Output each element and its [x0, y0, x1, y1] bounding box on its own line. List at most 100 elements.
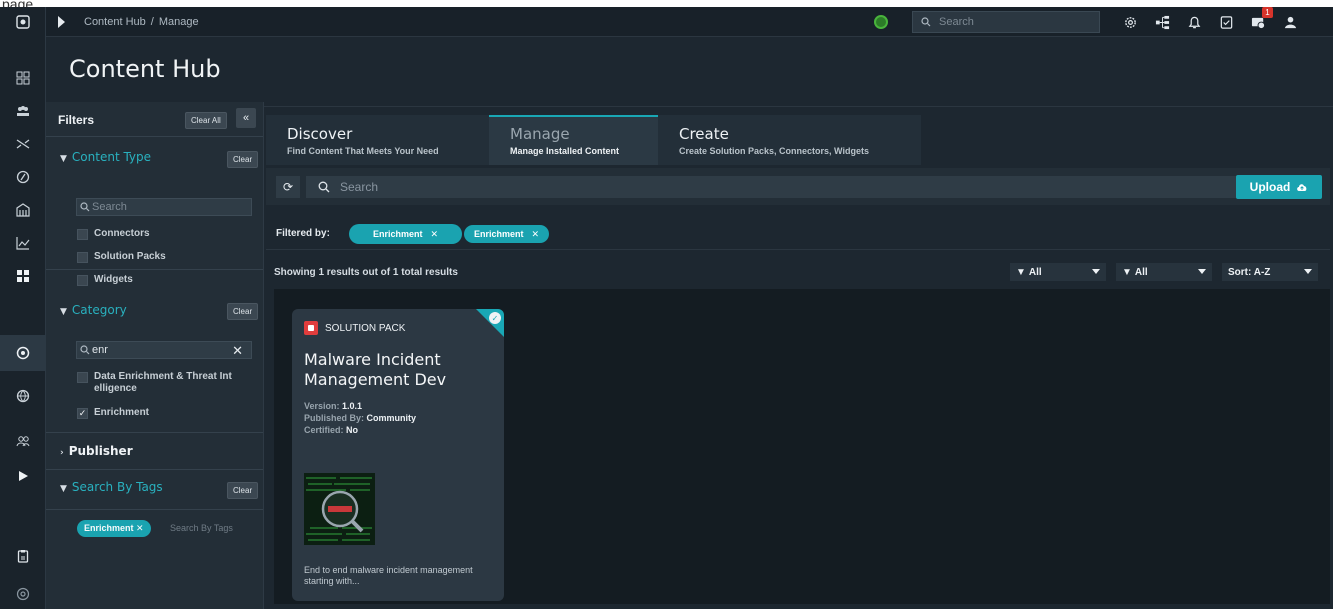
tab-discover[interactable]: Discover Find Content That Meets Your Ne…	[266, 115, 489, 165]
tab-subtitle: Create Solution Packs, Connectors, Widge…	[679, 146, 869, 156]
tag-chip[interactable]: Enrichment ✕	[77, 520, 151, 537]
shuffle-icon[interactable]	[0, 128, 46, 160]
solution-pack-icon	[304, 321, 318, 335]
breadcrumb: Content Hub / Manage	[84, 16, 199, 28]
content-search-input[interactable]	[340, 180, 1240, 194]
collapse-filters-button[interactable]: «	[236, 108, 256, 128]
tags-clear-button[interactable]: Clear	[227, 482, 259, 499]
close-icon[interactable]: ✕	[232, 343, 243, 359]
chevron-right-icon: ›	[60, 448, 64, 458]
checkbox-box[interactable]	[77, 275, 88, 286]
refresh-icon[interactable]: ⟳	[276, 176, 300, 198]
global-search[interactable]	[912, 11, 1100, 33]
filter-chip-label: Enrichment	[372, 229, 423, 239]
search-icon	[921, 17, 931, 27]
dropdown-value: All	[1028, 266, 1042, 278]
search-icon	[80, 345, 90, 355]
chart-icon[interactable]	[0, 227, 46, 259]
checkbox-box[interactable]	[77, 252, 88, 263]
content-card[interactable]: ✓ SOLUTION PACK Malware Incident Managem…	[292, 309, 504, 601]
task-icon[interactable]	[1218, 14, 1234, 30]
checkbox-solution-packs[interactable]: Solution Packs	[77, 251, 254, 263]
filter-chip[interactable]: Enrichment ✕	[349, 224, 462, 244]
people-icon[interactable]	[0, 425, 46, 457]
apps-icon[interactable]	[0, 260, 46, 292]
settings-icon[interactable]	[1122, 14, 1138, 30]
globe-icon[interactable]	[0, 380, 46, 412]
type-filter-dropdown[interactable]: ▼ All	[1010, 263, 1106, 281]
chevron-down-icon: ▼	[60, 484, 67, 494]
category-search-input[interactable]	[92, 344, 232, 356]
checkbox-data-enrichment[interactable]: Data Enrichment & Threat Int elligence	[77, 371, 254, 395]
play-icon[interactable]	[0, 460, 46, 492]
tags-toggle[interactable]: ▼ Search By Tags	[60, 480, 163, 494]
checkbox-enrichment[interactable]: ✓ Enrichment	[77, 407, 254, 419]
hierarchy-icon[interactable]	[1154, 14, 1170, 30]
filters-header: Filters Clear All «	[46, 102, 263, 137]
clear-all-button[interactable]: Clear All	[185, 112, 227, 129]
status-icon[interactable]	[874, 15, 888, 29]
global-search-input[interactable]	[939, 16, 1089, 28]
speed-icon[interactable]	[0, 161, 46, 193]
left-rail	[0, 7, 46, 609]
bell-icon[interactable]	[1186, 14, 1202, 30]
close-icon[interactable]: ✕	[532, 229, 540, 240]
tab-subtitle: Find Content That Meets Your Need	[287, 146, 439, 156]
results-row: Showing 1 results out of 1 total results…	[266, 255, 1330, 285]
dashboard-icon[interactable]	[0, 62, 46, 94]
close-icon[interactable]: ✕	[136, 523, 144, 533]
tab-subtitle: Manage Installed Content	[510, 146, 620, 156]
main-content: Discover Find Content That Meets Your Ne…	[266, 107, 1333, 609]
publisher-section: › Publisher	[46, 433, 263, 470]
tags-title: Search By Tags	[71, 480, 163, 494]
card-title[interactable]: Malware Incident Management Dev	[304, 350, 494, 390]
close-icon[interactable]: ✕	[430, 229, 438, 240]
content-type-clear-button[interactable]: Clear	[227, 151, 259, 168]
building-icon[interactable]	[0, 194, 46, 226]
notification-icon[interactable]: 1	[1250, 7, 1273, 30]
category-toggle[interactable]: ▼ Category	[60, 303, 127, 317]
category-title: Category	[71, 303, 127, 317]
card-type: SOLUTION PACK	[304, 321, 405, 335]
tab-bar: Discover Find Content That Meets Your Ne…	[266, 115, 921, 165]
upload-label: Upload	[1249, 180, 1291, 194]
category-clear-button[interactable]: Clear	[227, 303, 259, 320]
filter-chip[interactable]: Enrichment ✕	[464, 225, 550, 243]
at-icon[interactable]	[0, 578, 46, 609]
checkbox-connectors[interactable]: Connectors	[77, 228, 254, 240]
tags-input-row: Enrichment ✕ Search By Tags	[46, 510, 263, 550]
publisher-filter-dropdown[interactable]: ▼ All	[1116, 263, 1212, 281]
play-icon[interactable]	[58, 16, 65, 28]
chevron-down-icon: ▼	[60, 154, 67, 164]
filters-panel: Filters Clear All « ▼ Content Type Clear …	[46, 102, 264, 609]
checkbox-label: Enrichment	[94, 407, 150, 418]
content-hub-icon[interactable]	[0, 335, 46, 371]
tag-search-input[interactable]: Search By Tags	[170, 523, 233, 533]
content-type-toggle[interactable]: ▼ Content Type	[60, 150, 151, 164]
checkbox-widgets[interactable]: Widgets	[77, 274, 254, 286]
upload-button[interactable]: Upload	[1236, 175, 1322, 199]
clipboard-icon[interactable]	[0, 540, 46, 572]
checkbox-box[interactable]	[77, 229, 88, 240]
filters-title: Filters	[58, 113, 95, 127]
check-icon[interactable]: ✓	[77, 408, 88, 419]
checkbox-label: Data Enrichment & Threat Int elligence	[94, 371, 232, 394]
tab-create[interactable]: Create Create Solution Packs, Connectors…	[658, 115, 921, 165]
content-type-search-input[interactable]	[92, 201, 232, 213]
home-icon[interactable]	[0, 7, 46, 37]
card-type-label: SOLUTION PACK	[325, 322, 406, 334]
category-search[interactable]: ✕	[76, 341, 252, 359]
user-icon[interactable]	[1282, 14, 1298, 30]
tab-manage[interactable]: Manage Manage Installed Content	[489, 115, 658, 165]
notification-badge: 1	[1262, 7, 1273, 18]
filter-icon: ▼	[1122, 266, 1132, 278]
sort-dropdown[interactable]: Sort: A-Z	[1222, 263, 1318, 281]
checkbox-box[interactable]	[77, 372, 88, 383]
publisher-toggle[interactable]: › Publisher	[60, 444, 133, 458]
content-type-search[interactable]	[76, 198, 252, 216]
content-search[interactable]	[306, 176, 1320, 198]
tab-title: Discover	[287, 125, 353, 143]
chevron-down-icon	[1092, 269, 1100, 274]
teams-icon[interactable]	[0, 95, 46, 127]
breadcrumb-item[interactable]: Content Hub	[84, 16, 146, 28]
